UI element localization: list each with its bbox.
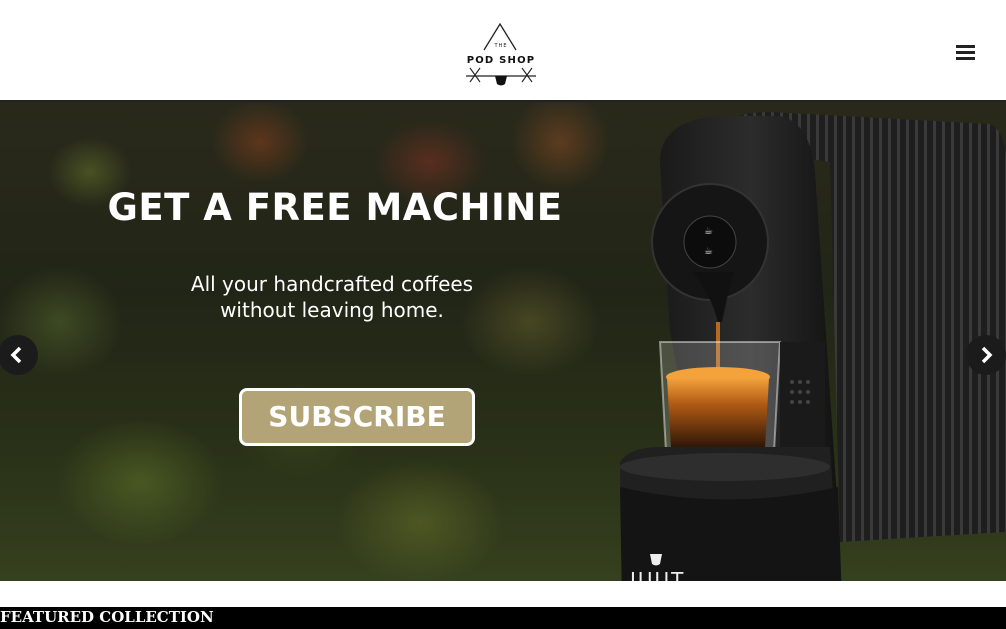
hero-subtitle-line-1: All your handcrafted coffees (190, 272, 474, 296)
machine-brand-label: JUUT (630, 568, 686, 581)
logo-name-text: POD SHOP (466, 55, 536, 66)
coffee-machine-image: ☕ ☕ (620, 112, 1006, 581)
logo-small-text: THE (494, 43, 508, 49)
hamburger-menu-icon[interactable] (956, 45, 976, 63)
site-header: THE POD SHOP (0, 0, 1006, 102)
hero-title: GET A FREE MACHINE (107, 186, 563, 229)
hero-slider: GET A FREE MACHINE All your handcrafted … (0, 102, 1006, 581)
svg-text:☕: ☕ (704, 246, 713, 257)
svg-text:☕: ☕ (704, 226, 713, 237)
hero-subtitle: All your handcrafted coffees without lea… (0, 271, 664, 323)
featured-heading: FEATURED COLLECTION (0, 608, 214, 626)
pod-shop-logo[interactable]: THE POD SHOP (462, 22, 540, 90)
chevron-left-icon[interactable] (0, 335, 38, 375)
hero-subtitle-line-2: without leaving home. (220, 298, 444, 322)
chevron-right-icon[interactable] (966, 335, 1006, 375)
subscribe-button[interactable]: SUBSCRIBE (239, 388, 475, 446)
